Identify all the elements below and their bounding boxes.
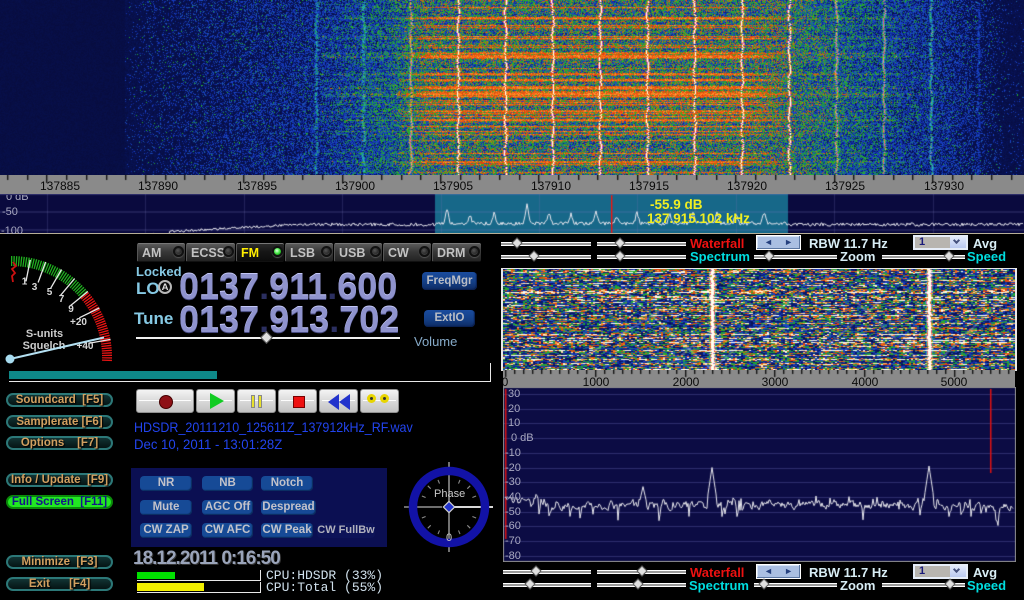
svg-text:3: 3 (32, 282, 38, 293)
svg-text:7: 7 (59, 294, 65, 305)
svg-text:S-units: S-units (26, 328, 63, 340)
svg-text:Phase: Phase (434, 488, 465, 500)
svg-text:1: 1 (22, 277, 28, 288)
svg-text:+20: +20 (70, 317, 87, 328)
svg-text:5: 5 (47, 287, 53, 298)
svg-text:9: 9 (68, 304, 74, 315)
svg-text:0: 0 (446, 532, 452, 544)
